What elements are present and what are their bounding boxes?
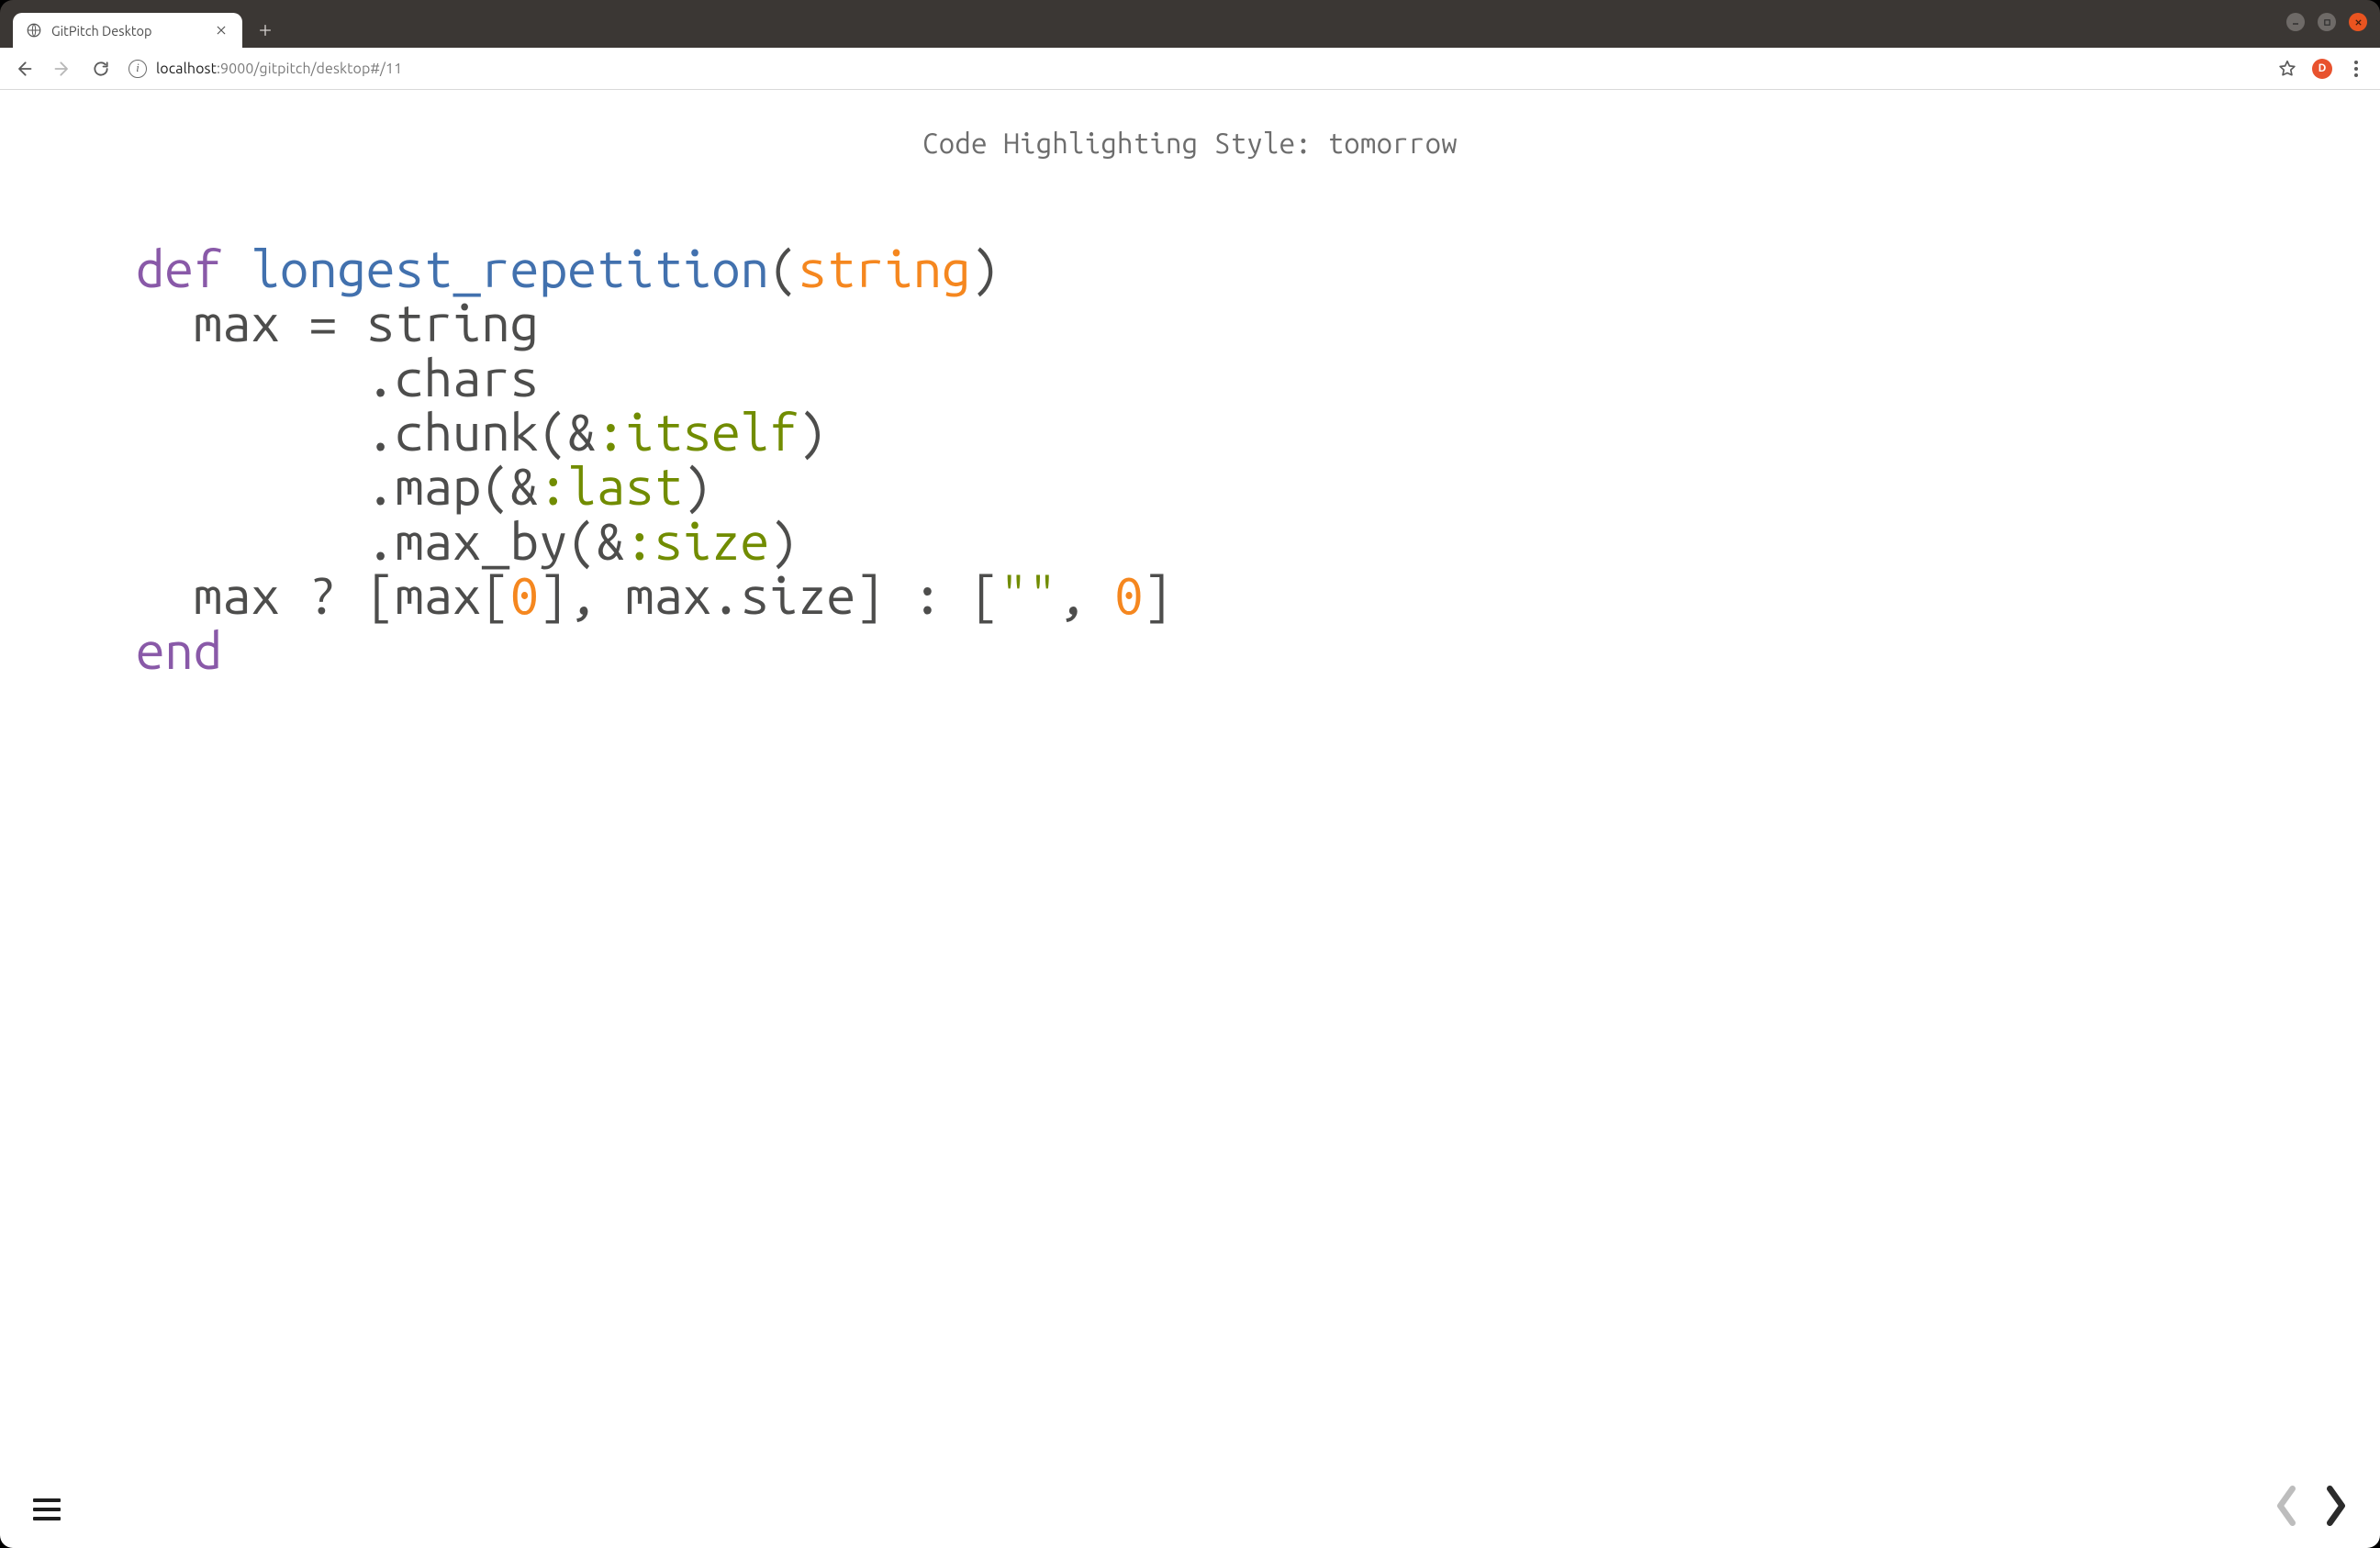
code-punct: ) [798, 403, 826, 461]
back-button[interactable] [9, 54, 39, 84]
page-content: Code Highlighting Style: tomorrow def lo… [0, 90, 2380, 1548]
code-keyword: def [136, 239, 222, 297]
code-block: def longest_repetition(string) max = str… [0, 241, 1172, 677]
profile-avatar[interactable]: D [2312, 59, 2332, 79]
code-symbol: :itself [597, 403, 799, 461]
tab-title: GitPitch Desktop [51, 23, 204, 39]
slide-nav [2268, 1484, 2354, 1528]
close-tab-button[interactable] [213, 22, 229, 39]
url-path: :9000/gitpitch/desktop#/11 [217, 61, 402, 77]
code-keyword: end [136, 621, 222, 679]
code-punct: ) [971, 239, 1000, 297]
new-tab-button[interactable] [251, 17, 279, 44]
code-punct: ) [683, 457, 711, 515]
titlebar: GitPitch Desktop [0, 0, 2380, 48]
window-controls [2286, 0, 2380, 48]
reload-button[interactable] [86, 54, 116, 84]
code-line: max = string [136, 294, 539, 351]
browser-menu-button[interactable] [2347, 57, 2365, 81]
prev-slide-button[interactable] [2268, 1484, 2305, 1528]
code-number: 0 [1114, 566, 1143, 624]
code-number: 0 [510, 566, 539, 624]
code-symbol: :last [539, 457, 683, 515]
code-line: .max_by(& [136, 512, 625, 570]
code-function-name: longest_repetition [251, 239, 768, 297]
code-line: ] [1144, 566, 1172, 624]
globe-icon [26, 22, 42, 39]
window-maximize-button[interactable] [2318, 13, 2336, 31]
code-symbol: :size [625, 512, 769, 570]
code-punct: ) [769, 512, 798, 570]
browser-window: GitPitch Desktop [0, 0, 2380, 1548]
url-text: localhost:9000/gitpitch/desktop#/11 [156, 61, 402, 77]
code-line: .chars [136, 349, 539, 406]
forward-button[interactable] [48, 54, 77, 84]
site-info-icon[interactable]: i [128, 60, 147, 78]
code-argument: string [798, 239, 970, 297]
code-line: .map(& [136, 457, 539, 515]
code-string: "" [1000, 566, 1057, 624]
code-line: ], max.size] : [ [539, 566, 1000, 624]
slide-menu-button[interactable] [33, 1498, 61, 1520]
code-line: , [1057, 566, 1115, 624]
url-host: localhost [156, 61, 217, 77]
address-bar[interactable]: i localhost:9000/gitpitch/desktop#/11 [125, 53, 2268, 84]
window-minimize-button[interactable] [2286, 13, 2305, 31]
code-line: .chunk(& [136, 403, 597, 461]
toolbar: i localhost:9000/gitpitch/desktop#/11 D [0, 48, 2380, 90]
tab-strip: GitPitch Desktop [13, 0, 279, 48]
browser-tab[interactable]: GitPitch Desktop [13, 13, 242, 48]
toolbar-right: D [2277, 57, 2371, 81]
bookmark-star-icon[interactable] [2277, 59, 2297, 79]
window-close-button[interactable] [2349, 13, 2367, 31]
slide-title: Code Highlighting Style: tomorrow [922, 127, 1458, 159]
next-slide-button[interactable] [2318, 1484, 2354, 1528]
code-punct: ( [769, 239, 798, 297]
code-line: max ? [max[ [136, 566, 510, 624]
